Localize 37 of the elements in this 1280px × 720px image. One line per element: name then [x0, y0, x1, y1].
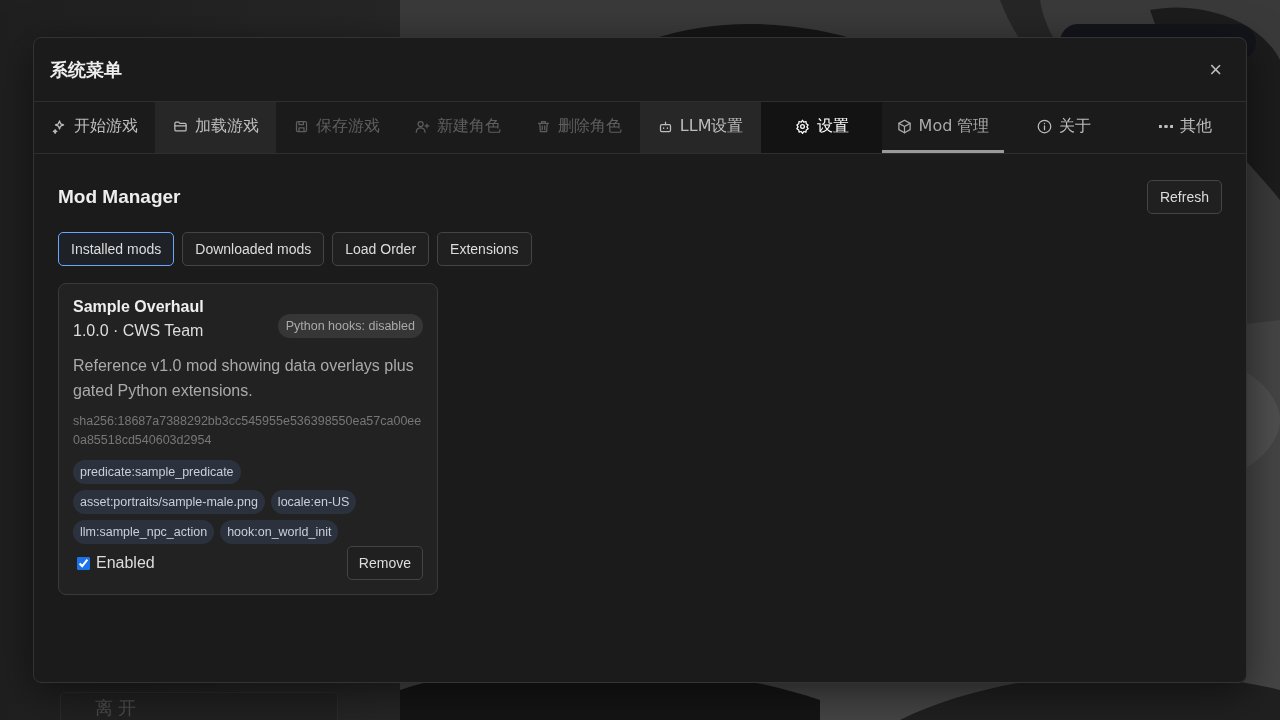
menu-tab[interactable]: 加载游戏	[155, 102, 277, 153]
subtab[interactable]: Downloaded mods	[182, 232, 325, 266]
mod-hash: sha256:18687a7388292bb3cc545955e536398550ea57ca00ee0a85518cd540603d2954	[73, 413, 423, 449]
checkbox-label: Enabled	[96, 554, 155, 572]
menu-tab[interactable]: LLM设置	[640, 102, 762, 153]
tag: llm:sample_npc_action	[73, 520, 215, 544]
trash-icon	[536, 118, 552, 134]
menu-tab[interactable]: 设置	[761, 102, 883, 153]
mod-name: Sample Overhaul	[73, 298, 204, 316]
tag: hook:on_world_init	[220, 520, 339, 544]
subtab[interactable]: Load Order	[332, 232, 430, 266]
more-icon	[1158, 124, 1173, 128]
mod-version: 1.0.0 · CWS Team	[73, 322, 204, 340]
close-button[interactable]: ×	[1205, 56, 1226, 83]
section-heading: Mod Manager	[58, 186, 181, 208]
folder-icon	[172, 118, 188, 134]
enabled-checkbox[interactable]	[77, 556, 90, 570]
menu-tab[interactable]: 开始游戏	[34, 102, 156, 153]
menu-tab[interactable]: 其他	[1124, 102, 1247, 153]
settings-icon	[794, 118, 810, 134]
menu-tab[interactable]: 关于	[1003, 102, 1125, 153]
status-badge: Python hooks: disabled	[277, 314, 423, 338]
mod-description: Reference v1.0 mod showing data overlays plus gated Python extensions.	[73, 356, 415, 401]
user-plus-icon	[415, 118, 431, 134]
info-icon	[1037, 118, 1053, 134]
subtab[interactable]: Installed mods	[58, 232, 175, 266]
subtab[interactable]: Extensions	[437, 232, 532, 266]
menu-tab[interactable]: Mod 管理	[882, 102, 1004, 153]
remove-button[interactable]: Remove	[346, 546, 423, 580]
cube-icon	[896, 118, 912, 134]
robot-icon	[657, 118, 673, 134]
tag: asset:portraits/sample-male.png	[73, 490, 265, 514]
refresh-button[interactable]: Refresh	[1146, 180, 1222, 214]
tag: locale:en-US	[270, 490, 357, 514]
sparkles-icon	[51, 118, 67, 134]
tag: predicate:sample_predicate	[73, 460, 241, 484]
dialog-title: 系统菜单	[50, 58, 122, 82]
